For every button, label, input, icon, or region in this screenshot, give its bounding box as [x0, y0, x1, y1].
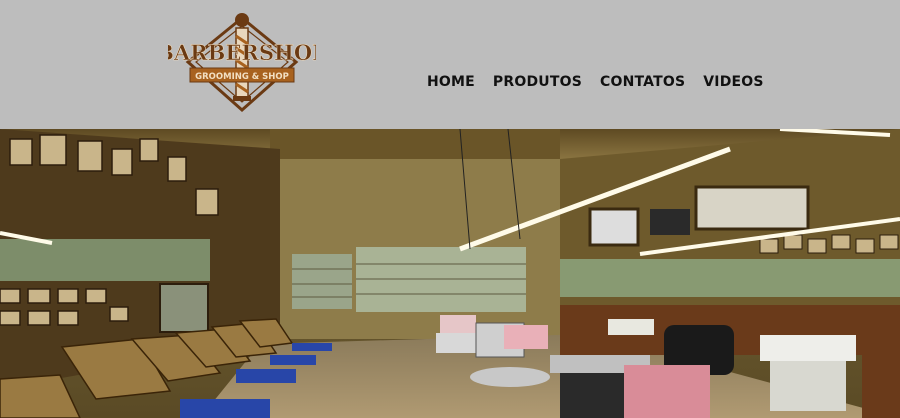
nav-contatos[interactable]: CONTATOS [600, 74, 685, 90]
logo-line1: BARBERSHOP [168, 40, 316, 65]
main-nav: HOME PRODUTOS CONTATOS VIDEOS [427, 74, 764, 90]
nav-home[interactable]: HOME [427, 74, 475, 90]
barbershop-logo[interactable]: BARBERSHOP GROOMING & SHOP [156, 10, 328, 116]
hero-image [0, 129, 900, 418]
site-header: BARBERSHOP GROOMING & SHOP HOME PRODUTOS… [0, 0, 900, 129]
logo-emblem-icon: BARBERSHOP GROOMING & SHOP [156, 13, 328, 113]
logo-line2: GROOMING & SHOP [195, 72, 289, 82]
nav-produtos[interactable]: PRODUTOS [493, 74, 582, 90]
barbershop-interior-illustration [0, 129, 900, 418]
nav-videos[interactable]: VIDEOS [703, 74, 763, 90]
